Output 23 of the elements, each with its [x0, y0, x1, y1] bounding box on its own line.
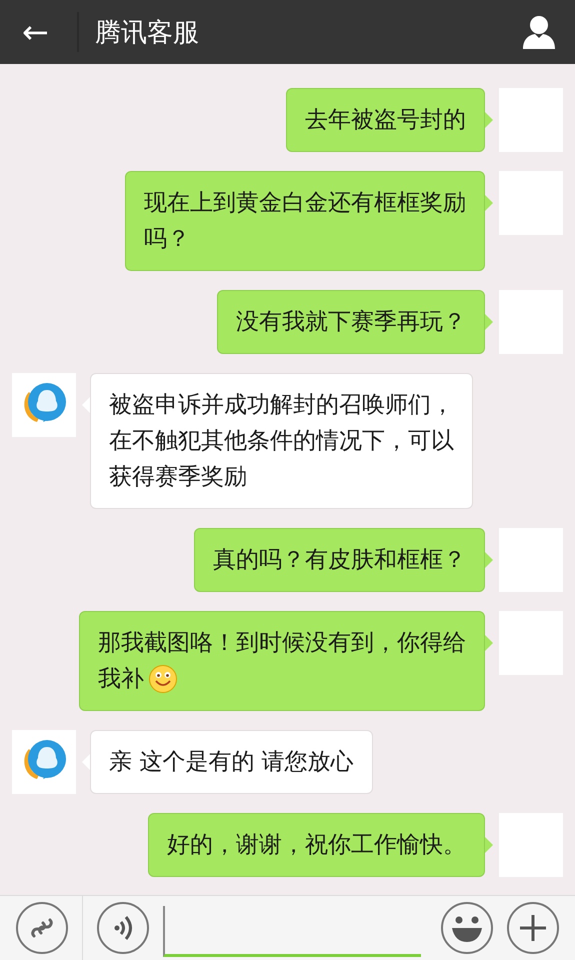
avatar	[12, 373, 76, 437]
voice-button[interactable]	[97, 902, 149, 954]
message-text: 被盗申诉并成功解封的召唤师们，	[109, 391, 454, 420]
message-text: 好的，谢谢，祝你工作愉快。	[167, 831, 466, 860]
plus-icon	[518, 913, 548, 943]
smiley-emoji-icon	[148, 664, 178, 694]
message-text: 获得赛季奖励	[109, 463, 247, 492]
message-text: 那我截图咯！到时候没有到，你得给	[98, 629, 466, 658]
emoji-button[interactable]	[441, 902, 493, 954]
avatar	[12, 730, 76, 794]
message-text: 在不触犯其他条件的情况下，可以	[109, 427, 454, 456]
back-button[interactable]: ←	[22, 16, 49, 48]
message-text: 没有我就下赛季再玩？	[236, 308, 466, 337]
link-button[interactable]	[16, 902, 68, 954]
message-text: 现在上到黄金白金还有框框奖励	[144, 189, 466, 218]
message-text: 吗？	[144, 225, 190, 254]
message-text: 我补	[98, 665, 144, 694]
message-text: 去年被盗号封的	[305, 106, 466, 135]
message-text: 真的吗？有皮肤和框框？	[213, 546, 466, 575]
chat-title: 腾讯客服	[94, 16, 200, 50]
message-text: 亲 这个是有的 请您放心	[109, 748, 354, 777]
plus-button[interactable]	[507, 902, 559, 954]
person-icon[interactable]	[521, 15, 557, 49]
